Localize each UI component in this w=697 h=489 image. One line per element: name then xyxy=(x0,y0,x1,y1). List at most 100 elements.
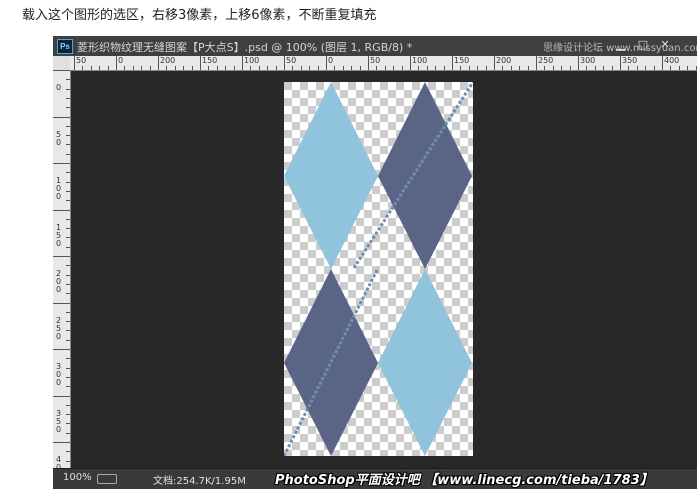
ruler-tick xyxy=(645,66,646,70)
ruler-tick xyxy=(53,303,70,304)
ruler-tick xyxy=(528,66,529,70)
ruler-tick xyxy=(53,163,70,164)
zoom-level[interactable]: 100% xyxy=(63,472,92,483)
ruler-tick xyxy=(200,56,201,70)
watermark-bottom: PhotoShop平面设计吧 【www.linecg.com/tieba/178… xyxy=(275,469,653,488)
ruler-tick xyxy=(444,66,445,70)
document-canvas[interactable] xyxy=(284,82,473,456)
vertical-ruler[interactable]: 050100150200250300350400 xyxy=(53,70,71,470)
ruler-tick xyxy=(141,66,142,70)
ruler-tick xyxy=(66,172,70,173)
ruler-tick xyxy=(116,56,117,70)
ruler-tick xyxy=(217,66,218,70)
document-titlebar[interactable]: Ps 菱形织物纹理无缝图案【P大点S】.psd @ 100% (图层 1, RG… xyxy=(53,36,697,57)
ruler-tick xyxy=(175,66,176,70)
ruler-tick xyxy=(183,66,184,70)
ruler-tick xyxy=(586,66,587,70)
ruler-label: 350 xyxy=(622,56,637,65)
instruction-caption: 载入这个图形的选区，右移3像素，上移6像素，不断重复填充 xyxy=(22,4,377,23)
photoshop-document-window: Ps 菱形织物纹理无缝图案【P大点S】.psd @ 100% (图层 1, RG… xyxy=(53,36,697,488)
ruler-tick xyxy=(351,66,352,70)
ruler-tick xyxy=(435,66,436,70)
ruler-label: 150 xyxy=(454,56,469,65)
ruler-tick xyxy=(368,56,369,70)
status-bar: 100% 文档:254.7K/1.95M PhotoShop平面设计吧 【www… xyxy=(53,468,697,489)
ruler-tick xyxy=(66,451,70,452)
ruler-tick xyxy=(326,56,327,70)
ruler-tick xyxy=(66,423,70,424)
ruler-label: 100 xyxy=(412,56,427,65)
ruler-tick xyxy=(53,396,70,397)
ruler-tick xyxy=(418,66,419,70)
ruler-tick xyxy=(66,368,70,369)
ruler-tick xyxy=(502,66,503,70)
ruler-tick xyxy=(166,66,167,70)
ruler-tick xyxy=(696,66,697,70)
ruler-tick xyxy=(267,66,268,70)
ruler-tick xyxy=(99,66,100,70)
ruler-tick xyxy=(66,98,70,99)
photoshop-icon: Ps xyxy=(57,39,73,54)
ruler-label: 0 xyxy=(328,56,333,65)
ruler-tick xyxy=(66,330,70,331)
ruler-tick xyxy=(66,312,70,313)
ruler-tick xyxy=(318,66,319,70)
ruler-tick xyxy=(66,377,70,378)
ruler-tick xyxy=(53,210,70,211)
horizontal-ruler[interactable]: 50020015010050050100150200250300350400 xyxy=(70,56,697,71)
ruler-tick xyxy=(292,66,293,70)
ruler-label: 400 xyxy=(664,56,679,65)
ruler-tick xyxy=(477,66,478,70)
ruler-tick xyxy=(360,66,361,70)
ruler-tick xyxy=(108,66,109,70)
ruler-tick xyxy=(670,66,671,70)
ruler-tick xyxy=(66,191,70,192)
navigator-icon[interactable] xyxy=(97,474,117,484)
minimize-button[interactable]: ▁ xyxy=(613,38,629,52)
ruler-tick xyxy=(402,66,403,70)
ruler-tick xyxy=(276,66,277,70)
ruler-tick xyxy=(612,66,613,70)
ruler-tick xyxy=(66,293,70,294)
ruler-tick xyxy=(284,56,285,70)
document-info[interactable]: 文档:254.7K/1.95M xyxy=(153,472,246,487)
ruler-tick xyxy=(66,340,70,341)
ruler-tick xyxy=(66,247,70,248)
ruler-tick xyxy=(637,66,638,70)
ruler-tick xyxy=(225,66,226,70)
ruler-tick xyxy=(469,66,470,70)
ruler-tick xyxy=(519,66,520,70)
ruler-origin[interactable] xyxy=(53,56,71,71)
ruler-tick xyxy=(53,70,70,71)
ruler-tick xyxy=(242,56,243,70)
ruler-tick xyxy=(595,66,596,70)
ruler-tick xyxy=(53,117,70,118)
ruler-tick xyxy=(66,275,70,276)
ruler-label: 300 xyxy=(56,363,62,387)
ruler-tick xyxy=(66,461,70,462)
ruler-tick xyxy=(208,66,209,70)
ruler-tick xyxy=(66,126,70,127)
ruler-tick xyxy=(91,66,92,70)
close-button[interactable]: ✕ xyxy=(657,38,673,52)
ruler-tick xyxy=(393,66,394,70)
ruler-tick xyxy=(66,321,70,322)
ruler-tick xyxy=(234,66,235,70)
ruler-label: 350 xyxy=(56,410,62,434)
ruler-tick xyxy=(620,56,621,70)
ruler-label: 100 xyxy=(244,56,259,65)
ruler-tick xyxy=(158,56,159,70)
ruler-tick xyxy=(66,265,70,266)
ruler-label: 0 xyxy=(118,56,123,65)
ruler-tick xyxy=(74,56,75,70)
ruler-tick xyxy=(82,66,83,70)
ruler-tick xyxy=(452,56,453,70)
ruler-tick xyxy=(66,228,70,229)
ruler-tick xyxy=(561,66,562,70)
ruler-tick xyxy=(687,66,688,70)
ruler-tick xyxy=(301,66,302,70)
maximize-button[interactable]: □ xyxy=(635,38,651,52)
ruler-tick xyxy=(343,66,344,70)
ruler-tick xyxy=(66,414,70,415)
ruler-tick xyxy=(536,56,537,70)
